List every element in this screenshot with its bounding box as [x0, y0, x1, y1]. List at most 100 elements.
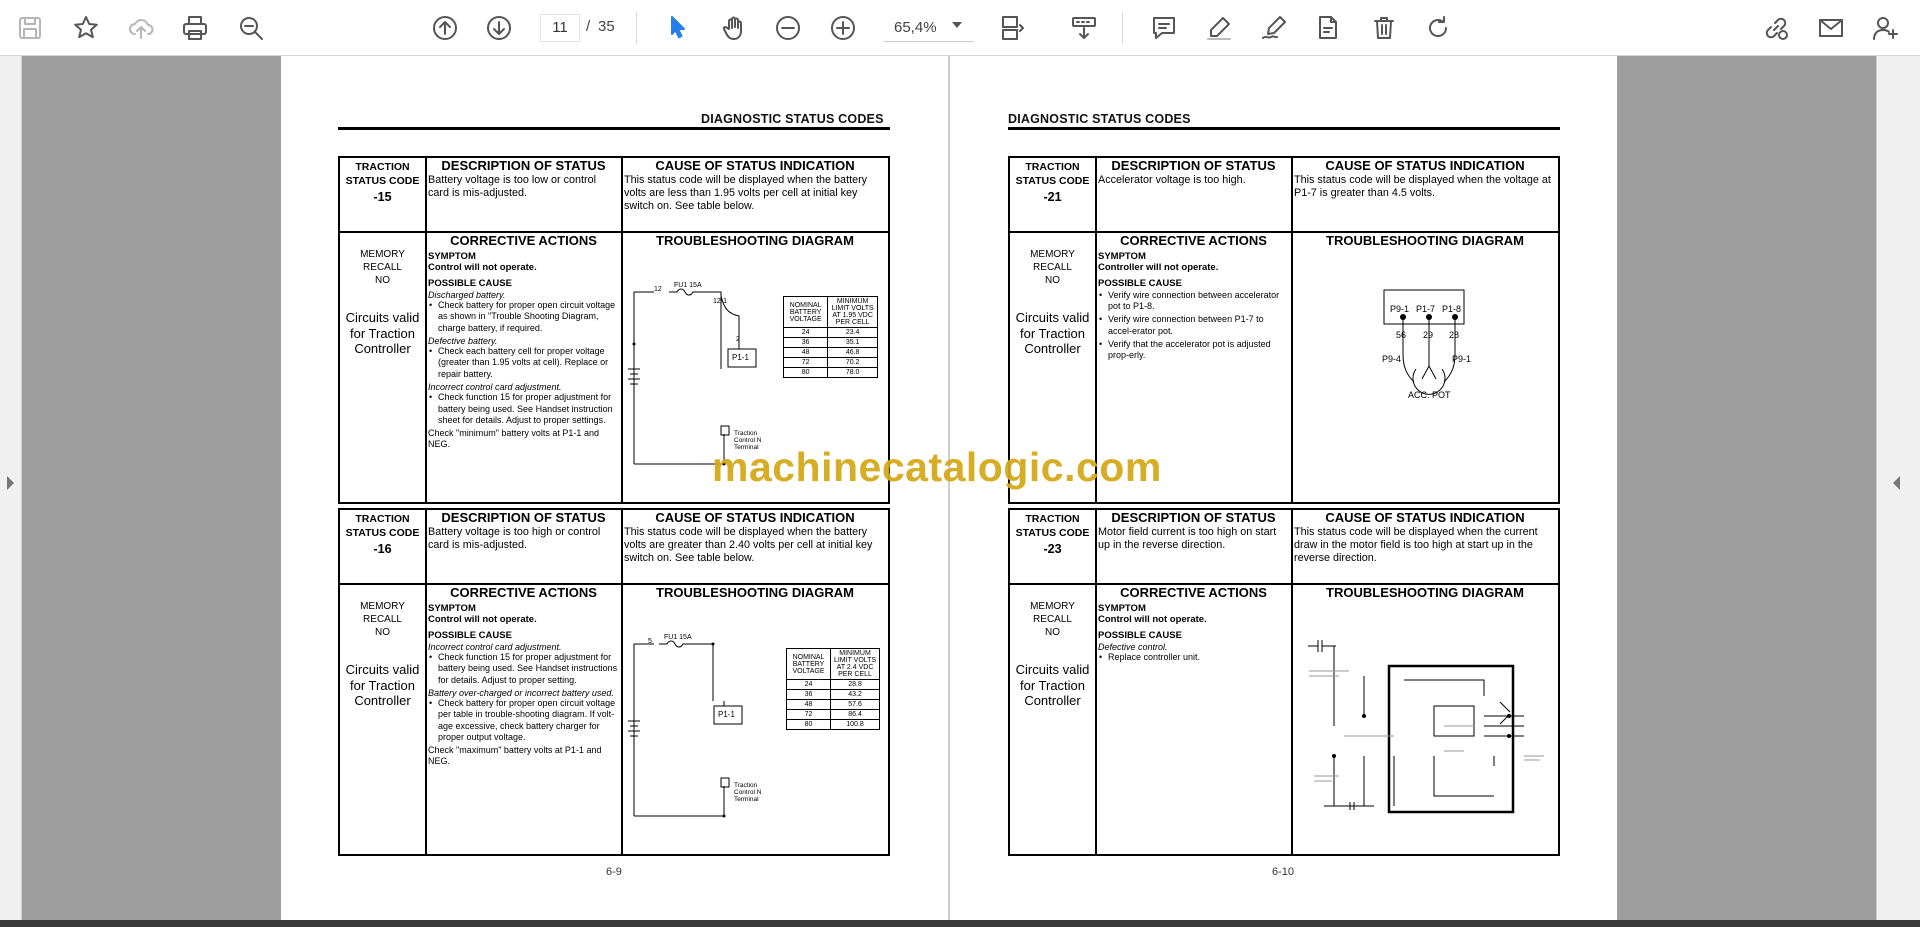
troubleshooting-title: TROUBLESHOOTING DIAGRAM	[1326, 233, 1524, 248]
keyboard-scroll-icon[interactable]	[1066, 10, 1102, 46]
expand-left-panel-icon[interactable]	[7, 476, 14, 490]
traction-label: TRACTION STATUS CODE	[345, 161, 420, 188]
zoom-in-icon[interactable]	[825, 10, 861, 46]
toolbar-divider	[636, 12, 637, 44]
fuse-label: FU1 15A	[674, 282, 702, 289]
battery-circuit-diagram: 5 FU1 15A P1-1 Traction Control N Termin…	[624, 606, 886, 852]
description-title: DESCRIPTION OF STATUS	[1111, 510, 1276, 525]
pot-schematic	[1383, 289, 1465, 395]
corrective-title: CORRECTIVE ACTIONS	[1120, 233, 1267, 248]
circuits-valid-label: Circuits valid for Traction Controller	[345, 662, 420, 709]
description-text: Motor field current is too high on start…	[1098, 526, 1277, 551]
hand-pan-icon[interactable]	[716, 10, 752, 46]
right-panel-rail[interactable]	[1876, 56, 1920, 920]
memory-recall-label: MEMORY RECALL NO	[360, 249, 405, 286]
corrective-title: CORRECTIVE ACTIONS	[1120, 585, 1267, 600]
zoom-search-icon[interactable]	[233, 10, 269, 46]
corrective-title: CORRECTIVE ACTIONS	[450, 585, 597, 600]
signature-pen-icon[interactable]	[1256, 10, 1292, 46]
page-header: DIAGNOSTIC STATUS CODES	[1008, 112, 1191, 126]
controller-schematic	[1308, 640, 1544, 814]
highlight-pen-icon[interactable]	[1201, 10, 1237, 46]
print-icon[interactable]	[177, 10, 213, 46]
status-code: -15	[373, 190, 392, 204]
toolbar: 11 / 35 65,4%	[0, 0, 1920, 56]
memory-recall-label: MEMORY RECALL NO	[360, 601, 405, 638]
pin-label: P9-1	[1390, 304, 1410, 314]
header-rule	[1008, 127, 1560, 130]
cloud-upload-icon[interactable]	[123, 10, 159, 46]
corrective-actions: SYMPTOM Control will not operate. POSSIB…	[428, 603, 618, 767]
status-block-16: TRACTION STATUS CODE -16 DESCRIPTION OF S…	[338, 508, 890, 856]
status-code: -21	[1043, 190, 1062, 204]
traction-label: TRACTION STATUS CODE	[345, 513, 420, 540]
fuse-label: FU1 15A	[664, 634, 692, 641]
description-text: Battery voltage is too low or control ca…	[428, 174, 597, 199]
pot-terminal-label: P9-1	[1452, 354, 1472, 364]
next-page-icon[interactable]	[481, 10, 517, 46]
page-total: 35	[598, 18, 615, 35]
cause-text: This status code will be displayed when …	[624, 174, 868, 212]
pin-label: P1-1	[732, 353, 749, 362]
wire-label: 2	[736, 336, 740, 343]
cause-text: This status code will be displayed when …	[624, 526, 873, 564]
wire-label: 29	[1423, 330, 1434, 340]
add-user-icon[interactable]	[1868, 10, 1904, 46]
zoom-out-icon[interactable]	[770, 10, 806, 46]
expand-right-panel-icon[interactable]	[1893, 476, 1900, 490]
watermark-text: machinecatalogic.com	[712, 444, 1162, 490]
circuits-valid-label: Circuits valid for Traction Controller	[1015, 310, 1090, 357]
wire-label: 5	[648, 638, 652, 645]
pot-label: ACC. POT	[1408, 390, 1451, 400]
cause-title: CAUSE OF STATUS INDICATION	[655, 158, 855, 173]
page-separator: /	[586, 18, 591, 35]
edit-document-icon[interactable]	[1310, 10, 1346, 46]
accelerator-pot-diagram: P9-1 P1-7 P1-8 56 29 28 P9-4 P9-1 ACC. P…	[1294, 254, 1556, 500]
traction-label: TRACTION STATUS CODE	[1015, 513, 1090, 540]
page-fit-icon[interactable]	[994, 10, 1030, 46]
corrective-title: CORRECTIVE ACTIONS	[450, 233, 597, 248]
description-title: DESCRIPTION OF STATUS	[441, 158, 606, 173]
pin-label: P1-1	[718, 710, 735, 719]
memory-recall-label: MEMORY RECALL NO	[1030, 249, 1075, 286]
select-cursor-icon[interactable]	[660, 10, 696, 46]
toolbar-divider	[1122, 12, 1123, 44]
share-link-icon[interactable]	[1758, 10, 1794, 46]
status-code: -23	[1043, 542, 1062, 556]
terminal-label: Traction Control N Terminal	[734, 782, 762, 804]
memory-recall-label: MEMORY RECALL NO	[1030, 601, 1075, 638]
troubleshooting-title: TROUBLESHOOTING DIAGRAM	[656, 585, 854, 600]
description-text: Battery voltage is too high or control c…	[428, 526, 601, 551]
wire-label: 12-1	[713, 298, 728, 305]
zoom-dropdown-chevron-icon[interactable]	[952, 22, 962, 28]
traction-label: TRACTION STATUS CODE	[1015, 161, 1090, 188]
previous-page-icon[interactable]	[427, 10, 463, 46]
save-icon[interactable]	[12, 10, 48, 46]
zoom-level-field[interactable]: 65,4%	[884, 14, 974, 42]
wire-label: 56	[1396, 330, 1407, 340]
cause-title: CAUSE OF STATUS INDICATION	[655, 510, 855, 525]
wire-label: 28	[1449, 330, 1460, 340]
troubleshooting-title: TROUBLESHOOTING DIAGRAM	[1326, 585, 1524, 600]
troubleshooting-title: TROUBLESHOOTING DIAGRAM	[656, 233, 854, 248]
voltage-table: NOMINAL BATTERY VOLTAGE MINIMUM LIMIT VOL…	[782, 296, 878, 378]
voltage-table: NOMINAL BATTERY VOLTAGE MINIMUM LIMIT VOL…	[785, 648, 880, 730]
page-number: 6-10	[1272, 866, 1295, 878]
pot-terminal-label: P9-4	[1382, 354, 1402, 364]
cause-title: CAUSE OF STATUS INDICATION	[1325, 510, 1525, 525]
corrective-actions: SYMPTOM Control will not operate. POSSIB…	[1098, 603, 1288, 664]
wire-label: 12	[654, 286, 662, 293]
trash-delete-icon[interactable]	[1366, 10, 1402, 46]
page-number-input[interactable]: 11	[540, 14, 580, 42]
page-number: 6-9	[606, 866, 622, 878]
email-envelope-icon[interactable]	[1813, 10, 1849, 46]
redo-rotate-icon[interactable]	[1420, 10, 1456, 46]
comment-icon[interactable]	[1146, 10, 1182, 46]
taskbar-strip	[0, 920, 1920, 927]
corrective-actions: SYMPTOM Controller will not operate. POS…	[1098, 251, 1288, 361]
description-title: DESCRIPTION OF STATUS	[441, 510, 606, 525]
left-panel-rail[interactable]	[0, 56, 22, 920]
description-text: Accelerator voltage is too high.	[1098, 174, 1246, 186]
bookmark-star-icon[interactable]	[68, 10, 104, 46]
cause-title: CAUSE OF STATUS INDICATION	[1325, 158, 1525, 173]
